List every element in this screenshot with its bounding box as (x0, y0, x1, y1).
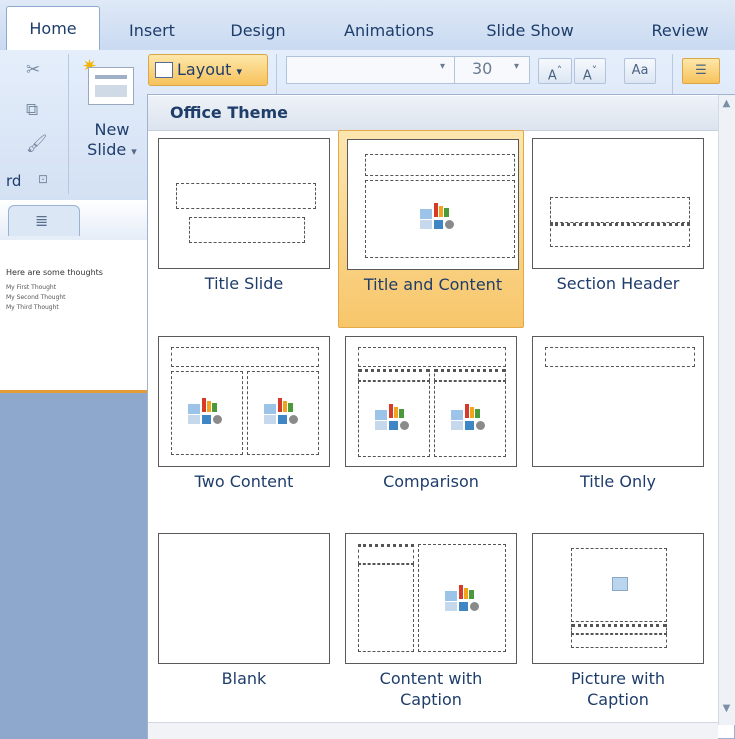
slide-thumbnail[interactable] (0, 240, 150, 393)
content-placeholder (434, 381, 506, 457)
layout-comparison[interactable]: Comparison (337, 328, 517, 524)
new-slide-button[interactable]: ✷ New Slide ▾ (74, 50, 144, 175)
content-placeholder (171, 371, 243, 455)
content-placeholder (418, 544, 506, 652)
layout-label: Blank (221, 669, 267, 688)
dialog-launcher-icon[interactable]: ⊡ (38, 172, 48, 186)
layout-preview (158, 336, 330, 467)
content-placeholder (247, 371, 319, 455)
layout-picture-with-caption[interactable]: Picture with Caption (524, 525, 704, 721)
tab-design[interactable]: Design (218, 12, 298, 50)
caption-title-placeholder (358, 544, 414, 564)
layout-preview (345, 533, 517, 664)
layout-label: Layout ▾ (177, 60, 242, 79)
layout-title-and-content[interactable]: Title and Content (338, 130, 524, 328)
new-label-line1: New (94, 120, 130, 139)
thumb-line: My Second Thought (6, 294, 66, 301)
caption-title-placeholder (571, 624, 667, 634)
picture-icon (612, 577, 628, 591)
layout-preview (532, 138, 704, 269)
chevron-down-icon: ▾ (236, 65, 243, 78)
new-label-line2: Slide ▾ (84, 140, 140, 162)
outline-icon: ≣ (35, 211, 49, 230)
tab-review[interactable]: Review (638, 12, 722, 50)
layout-preview (345, 336, 517, 467)
copy-icon[interactable]: ⧉ (26, 100, 38, 120)
layout-label: Section Header (556, 274, 680, 293)
layout-label: Title Only (579, 472, 657, 491)
layout-two-content[interactable]: Two Content (150, 328, 330, 524)
gallery-footer (148, 722, 718, 739)
tab-slide-show[interactable]: Slide Show (478, 12, 582, 50)
grow-font-button[interactable]: A˄ (538, 58, 572, 84)
gallery-header-label: Office Theme (170, 103, 289, 122)
chevron-down-icon: ▾ (131, 145, 137, 158)
layout-icon (155, 62, 173, 78)
format-painter-icon[interactable]: 🖌 (26, 134, 48, 154)
thumb-title: Here are some thoughts (6, 268, 103, 277)
layout-text: Layout (177, 60, 232, 79)
layout-label: Two Content (194, 472, 294, 491)
picture-placeholder (571, 548, 667, 622)
cut-icon[interactable]: ✂ (26, 60, 40, 80)
layout-content-with-caption[interactable]: Content with Caption (337, 525, 517, 721)
layout-preview (347, 139, 519, 270)
slide-word: Slide (87, 140, 127, 159)
layout-label: Title Slide (204, 274, 284, 293)
header-placeholder (358, 369, 430, 381)
content-icon (451, 404, 487, 430)
subtitle-placeholder (189, 217, 305, 243)
shrink-font-button[interactable]: A˅ (574, 58, 606, 84)
content-icon (375, 404, 411, 430)
layout-preview (532, 533, 704, 664)
layout-title-only[interactable]: Title Only (524, 328, 704, 524)
title-placeholder (358, 347, 506, 367)
clear-formatting-button[interactable]: Aa (624, 58, 656, 84)
font-family-box[interactable] (286, 56, 456, 84)
content-icon (445, 585, 481, 611)
caption-text-placeholder (358, 564, 414, 652)
title-placeholder (550, 197, 690, 223)
layout-blank[interactable]: Blank (150, 525, 330, 721)
layout-label: Title and Content (363, 275, 503, 294)
layout-label: Picture with Caption (570, 669, 666, 709)
layout-preview (532, 336, 704, 467)
slide-icon (88, 67, 134, 105)
new-slide-label: New Slide ▾ (84, 120, 140, 162)
caption-text-placeholder (571, 634, 667, 648)
content-icon (188, 398, 224, 424)
layout-preview (158, 533, 330, 664)
group-divider (68, 54, 69, 194)
tab-home[interactable]: Home (6, 6, 100, 51)
tab-outline[interactable]: ≣ (8, 205, 80, 236)
layout-label: Comparison (383, 472, 479, 491)
layout-title-slide[interactable]: Title Slide (150, 130, 330, 326)
content-placeholder (358, 381, 430, 457)
title-placeholder (176, 183, 316, 209)
font-size-value: 30 (472, 59, 493, 78)
title-placeholder (545, 347, 695, 367)
layout-section-header[interactable]: Section Header (524, 130, 704, 326)
content-icon (264, 398, 300, 424)
bullets-button[interactable]: ☰ (682, 58, 720, 84)
thumb-line: My First Thought (6, 284, 57, 291)
thumb-line: My Third Thought (6, 304, 59, 311)
header-placeholder (434, 369, 506, 381)
content-placeholder (365, 180, 515, 258)
layout-button[interactable]: Layout ▾ (148, 54, 268, 86)
chevron-down-icon[interactable]: ▾ (514, 61, 519, 72)
content-icon (420, 203, 456, 229)
tab-animations[interactable]: Animations (333, 12, 445, 50)
title-placeholder (365, 154, 515, 176)
chevron-down-icon[interactable]: ▾ (440, 61, 445, 72)
layout-preview (158, 138, 330, 269)
gallery-scrollbar[interactable] (718, 95, 735, 725)
title-placeholder (171, 347, 319, 367)
scroll-down-icon[interactable]: ▼ (718, 700, 735, 718)
clipboard-group-label: rd (6, 172, 22, 190)
tab-insert[interactable]: Insert (115, 12, 189, 50)
scroll-up-icon[interactable]: ▲ (718, 95, 735, 113)
layout-label: Content with Caption (379, 669, 483, 709)
text-placeholder (550, 223, 690, 247)
